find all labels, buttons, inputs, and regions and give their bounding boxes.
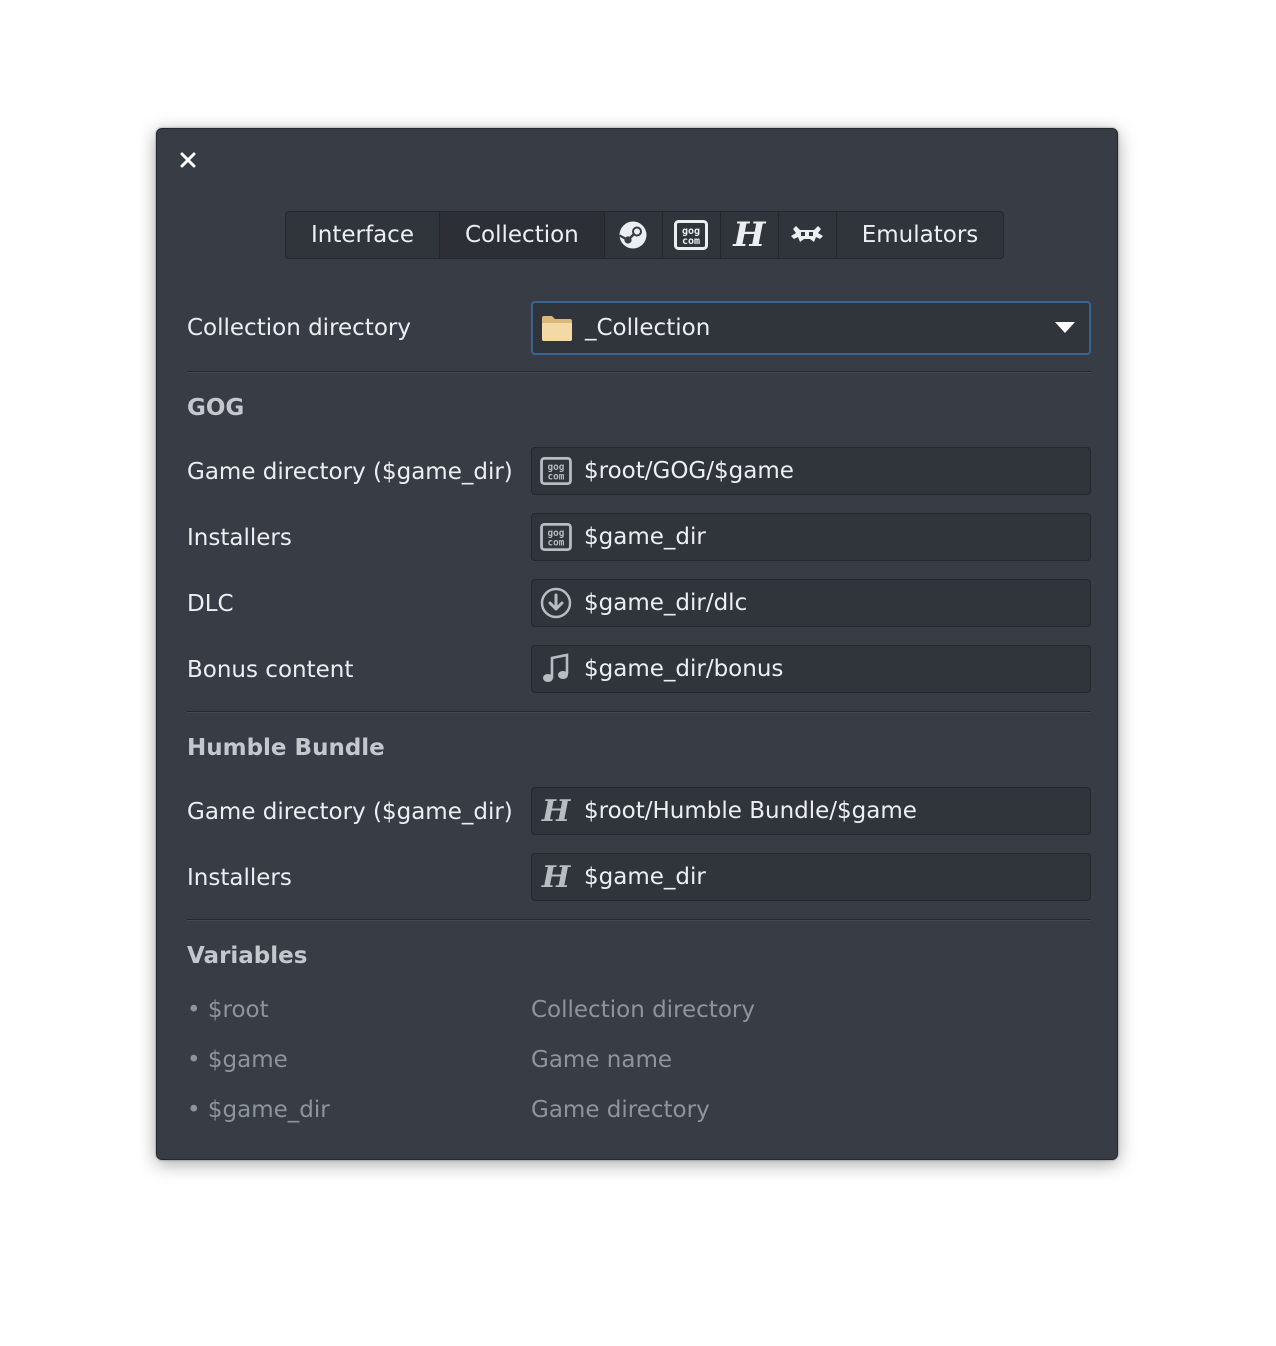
settings-dialog: Interface Collection gog com H Emulators… [156, 128, 1118, 1160]
gog-game-directory-label: Game directory ($game_dir) [187, 459, 513, 485]
variable-row: • $game Game name [187, 1047, 1091, 1087]
gog-game-directory-input[interactable]: gog com $root/GOG/$game [531, 447, 1091, 495]
gog-installers-row: Installers gog com $game_dir [187, 513, 1091, 563]
gog-dlc-input[interactable]: $game_dir/dlc [531, 579, 1091, 627]
variable-row: • $game_dir Game directory [187, 1097, 1091, 1137]
humble-icon: H [541, 859, 571, 895]
gog-installers-label: Installers [187, 525, 292, 551]
gog-icon: gog com [540, 457, 572, 485]
svg-text:com: com [548, 471, 565, 482]
settings-tabs: Interface Collection gog com H Emulators [285, 211, 1005, 259]
humble-icon: H [541, 793, 571, 829]
humble-installers-value: $game_dir [584, 864, 706, 890]
folder-icon [542, 316, 572, 341]
variable-name: • $root [187, 997, 269, 1023]
humble-section-title: Humble Bundle [187, 735, 385, 761]
tab-gog[interactable]: gog com [663, 212, 721, 258]
variable-description: Game directory [531, 1097, 710, 1123]
humble-game-directory-row: Game directory ($game_dir) H $root/Humbl… [187, 787, 1091, 837]
variable-name: • $game [187, 1047, 288, 1073]
tab-steam[interactable] [605, 212, 663, 258]
collection-directory-label: Collection directory [187, 315, 411, 341]
gog-installers-input[interactable]: gog com $game_dir [531, 513, 1091, 561]
tab-retroarch[interactable] [779, 212, 837, 258]
tab-emulators[interactable]: Emulators [837, 212, 1004, 258]
divider [187, 919, 1091, 921]
humble-game-directory-value: $root/Humble Bundle/$game [584, 798, 917, 824]
svg-text:com: com [682, 236, 700, 247]
tab-collection-label: Collection [464, 222, 579, 248]
tab-interface-label: Interface [311, 222, 414, 248]
gog-bonus-value: $game_dir/bonus [584, 656, 784, 682]
collection-directory-row: Collection directory _Collection [187, 301, 1091, 355]
humble-installers-row: Installers H $game_dir [187, 853, 1091, 903]
gog-game-directory-row: Game directory ($game_dir) gog com $root… [187, 447, 1091, 497]
gog-installers-value: $game_dir [584, 524, 706, 550]
retroarch-icon [791, 226, 824, 242]
gog-game-directory-value: $root/GOG/$game [584, 458, 794, 484]
gog-bonus-row: Bonus content $game_dir/bonus [187, 645, 1091, 695]
gog-bonus-label: Bonus content [187, 657, 354, 683]
tab-emulators-label: Emulators [861, 222, 979, 248]
steam-icon [619, 221, 647, 249]
collection-directory-select[interactable]: _Collection [531, 301, 1091, 355]
tab-humble[interactable]: H [721, 212, 779, 258]
gog-section-title: GOG [187, 395, 245, 421]
gog-bonus-input[interactable]: $game_dir/bonus [531, 645, 1091, 693]
humble-installers-input[interactable]: H $game_dir [531, 853, 1091, 901]
divider [187, 711, 1091, 713]
svg-text:com: com [548, 537, 565, 548]
variable-row: • $root Collection directory [187, 997, 1091, 1037]
divider [187, 371, 1091, 373]
chevron-down-icon [1055, 322, 1075, 333]
gog-dlc-value: $game_dir/dlc [584, 590, 748, 616]
gog-icon: gog com [540, 523, 572, 551]
gog-dlc-row: DLC $game_dir/dlc [187, 579, 1091, 629]
close-button[interactable] [177, 149, 199, 171]
humble-game-directory-label: Game directory ($game_dir) [187, 799, 513, 825]
variable-description: Collection directory [531, 997, 755, 1023]
humble-icon: H [733, 215, 766, 255]
gog-icon: gog com [674, 220, 709, 250]
variable-description: Game name [531, 1047, 673, 1073]
music-note-icon [543, 653, 569, 682]
tab-interface[interactable]: Interface [286, 212, 440, 258]
variable-name: • $game_dir [187, 1097, 330, 1123]
download-icon [540, 587, 572, 619]
variables-section-title: Variables [187, 943, 308, 969]
humble-installers-label: Installers [187, 865, 292, 891]
collection-directory-value: _Collection [585, 315, 711, 341]
tab-collection[interactable]: Collection [439, 212, 605, 258]
close-icon [180, 152, 196, 168]
gog-dlc-label: DLC [187, 591, 234, 617]
humble-game-directory-input[interactable]: H $root/Humble Bundle/$game [531, 787, 1091, 835]
